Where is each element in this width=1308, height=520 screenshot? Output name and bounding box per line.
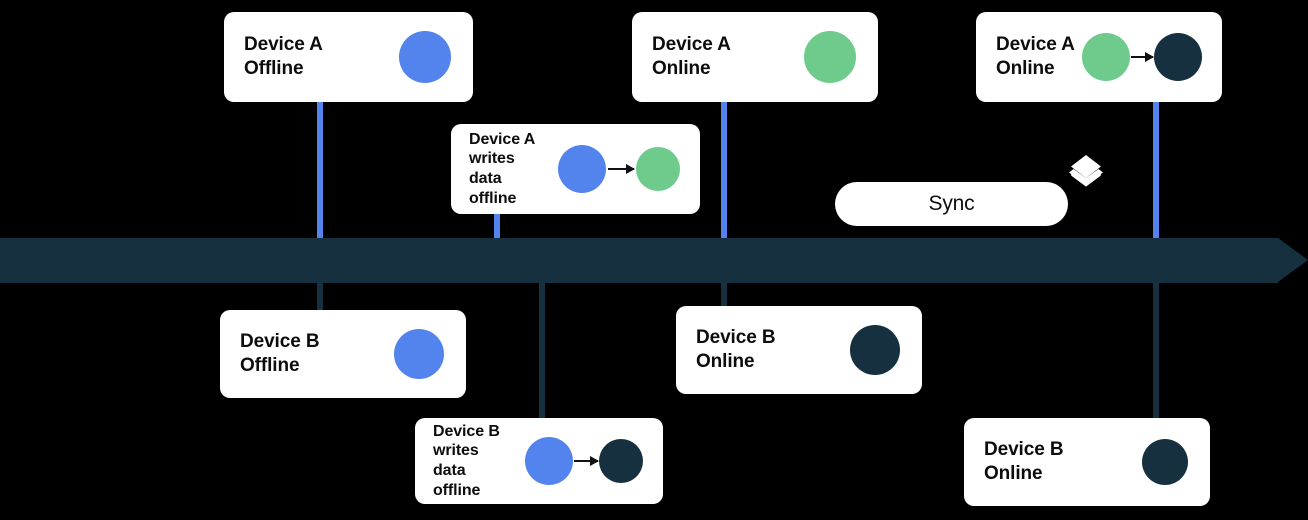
card-device-b-writes-data-offline-label: Device B writes data offline bbox=[433, 422, 500, 499]
connector-device-b-offline bbox=[317, 281, 323, 311]
card-device-b-online[interactable]: Device B Online bbox=[676, 306, 922, 394]
timeline-arrow-icon bbox=[1278, 238, 1308, 282]
connector-device-a-writes-data-offline bbox=[494, 213, 500, 240]
status-dot-navy bbox=[599, 439, 643, 483]
status-dot-navy bbox=[1142, 439, 1188, 485]
connector-device-b-online-synced bbox=[1153, 281, 1159, 420]
connector-device-a-offline bbox=[317, 98, 323, 240]
status-dot-navy bbox=[1154, 33, 1202, 81]
diagram-canvas: Device A Offline Device A writes data of… bbox=[0, 0, 1308, 520]
layers-icon bbox=[1068, 152, 1104, 188]
card-device-a-offline[interactable]: Device A Offline bbox=[224, 12, 473, 102]
connector-device-b-writes-data-offline bbox=[539, 281, 545, 422]
transition-arrow-icon bbox=[608, 168, 634, 170]
status-dot-navy bbox=[850, 325, 900, 375]
status-dot-blue bbox=[394, 329, 444, 379]
connector-device-b-online bbox=[721, 281, 727, 307]
card-device-b-online-synced[interactable]: Device B Online bbox=[964, 418, 1210, 506]
card-device-b-online-visual bbox=[850, 325, 900, 375]
card-device-b-writes-data-offline-visual bbox=[525, 437, 643, 485]
status-dot-blue bbox=[399, 31, 451, 83]
card-device-a-online-visual bbox=[804, 31, 856, 83]
transition-arrow-icon bbox=[1131, 56, 1153, 58]
card-device-b-online-synced-visual bbox=[1142, 439, 1188, 485]
card-device-b-offline-visual bbox=[394, 329, 444, 379]
card-device-a-offline-visual bbox=[399, 31, 451, 83]
card-device-a-online-synced-label: Device A Online bbox=[996, 33, 1075, 79]
transition-arrow-icon bbox=[574, 460, 598, 462]
card-device-b-offline-label: Device B Offline bbox=[240, 330, 320, 376]
card-device-b-offline[interactable]: Device B Offline bbox=[220, 310, 466, 398]
card-device-a-online-synced[interactable]: Device A Online bbox=[976, 12, 1222, 102]
connector-device-a-online-synced bbox=[1153, 98, 1159, 240]
sync-label: Sync bbox=[928, 192, 975, 215]
card-device-b-online-synced-label: Device B Online bbox=[984, 438, 1064, 484]
card-device-a-writes-data-offline[interactable]: Device A writes data offline bbox=[451, 124, 700, 214]
card-device-a-writes-data-offline-visual bbox=[558, 145, 680, 193]
timeline-bar bbox=[0, 238, 1278, 283]
status-dot-blue bbox=[525, 437, 573, 485]
status-dot-green bbox=[636, 147, 680, 191]
card-device-a-offline-label: Device A Offline bbox=[244, 33, 323, 79]
sync-label-pill[interactable]: Sync bbox=[835, 182, 1068, 226]
card-device-a-online[interactable]: Device A Online bbox=[632, 12, 878, 102]
status-dot-blue bbox=[558, 145, 606, 193]
card-device-a-online-label: Device A Online bbox=[652, 33, 731, 79]
card-device-a-online-synced-visual bbox=[1082, 33, 1202, 81]
status-dot-green bbox=[804, 31, 856, 83]
card-device-b-writes-data-offline[interactable]: Device B writes data offline bbox=[415, 418, 663, 504]
card-device-b-online-label: Device B Online bbox=[696, 326, 776, 372]
card-device-a-writes-data-offline-label: Device A writes data offline bbox=[469, 130, 536, 207]
connector-device-a-online bbox=[721, 98, 727, 240]
status-dot-green bbox=[1082, 33, 1130, 81]
